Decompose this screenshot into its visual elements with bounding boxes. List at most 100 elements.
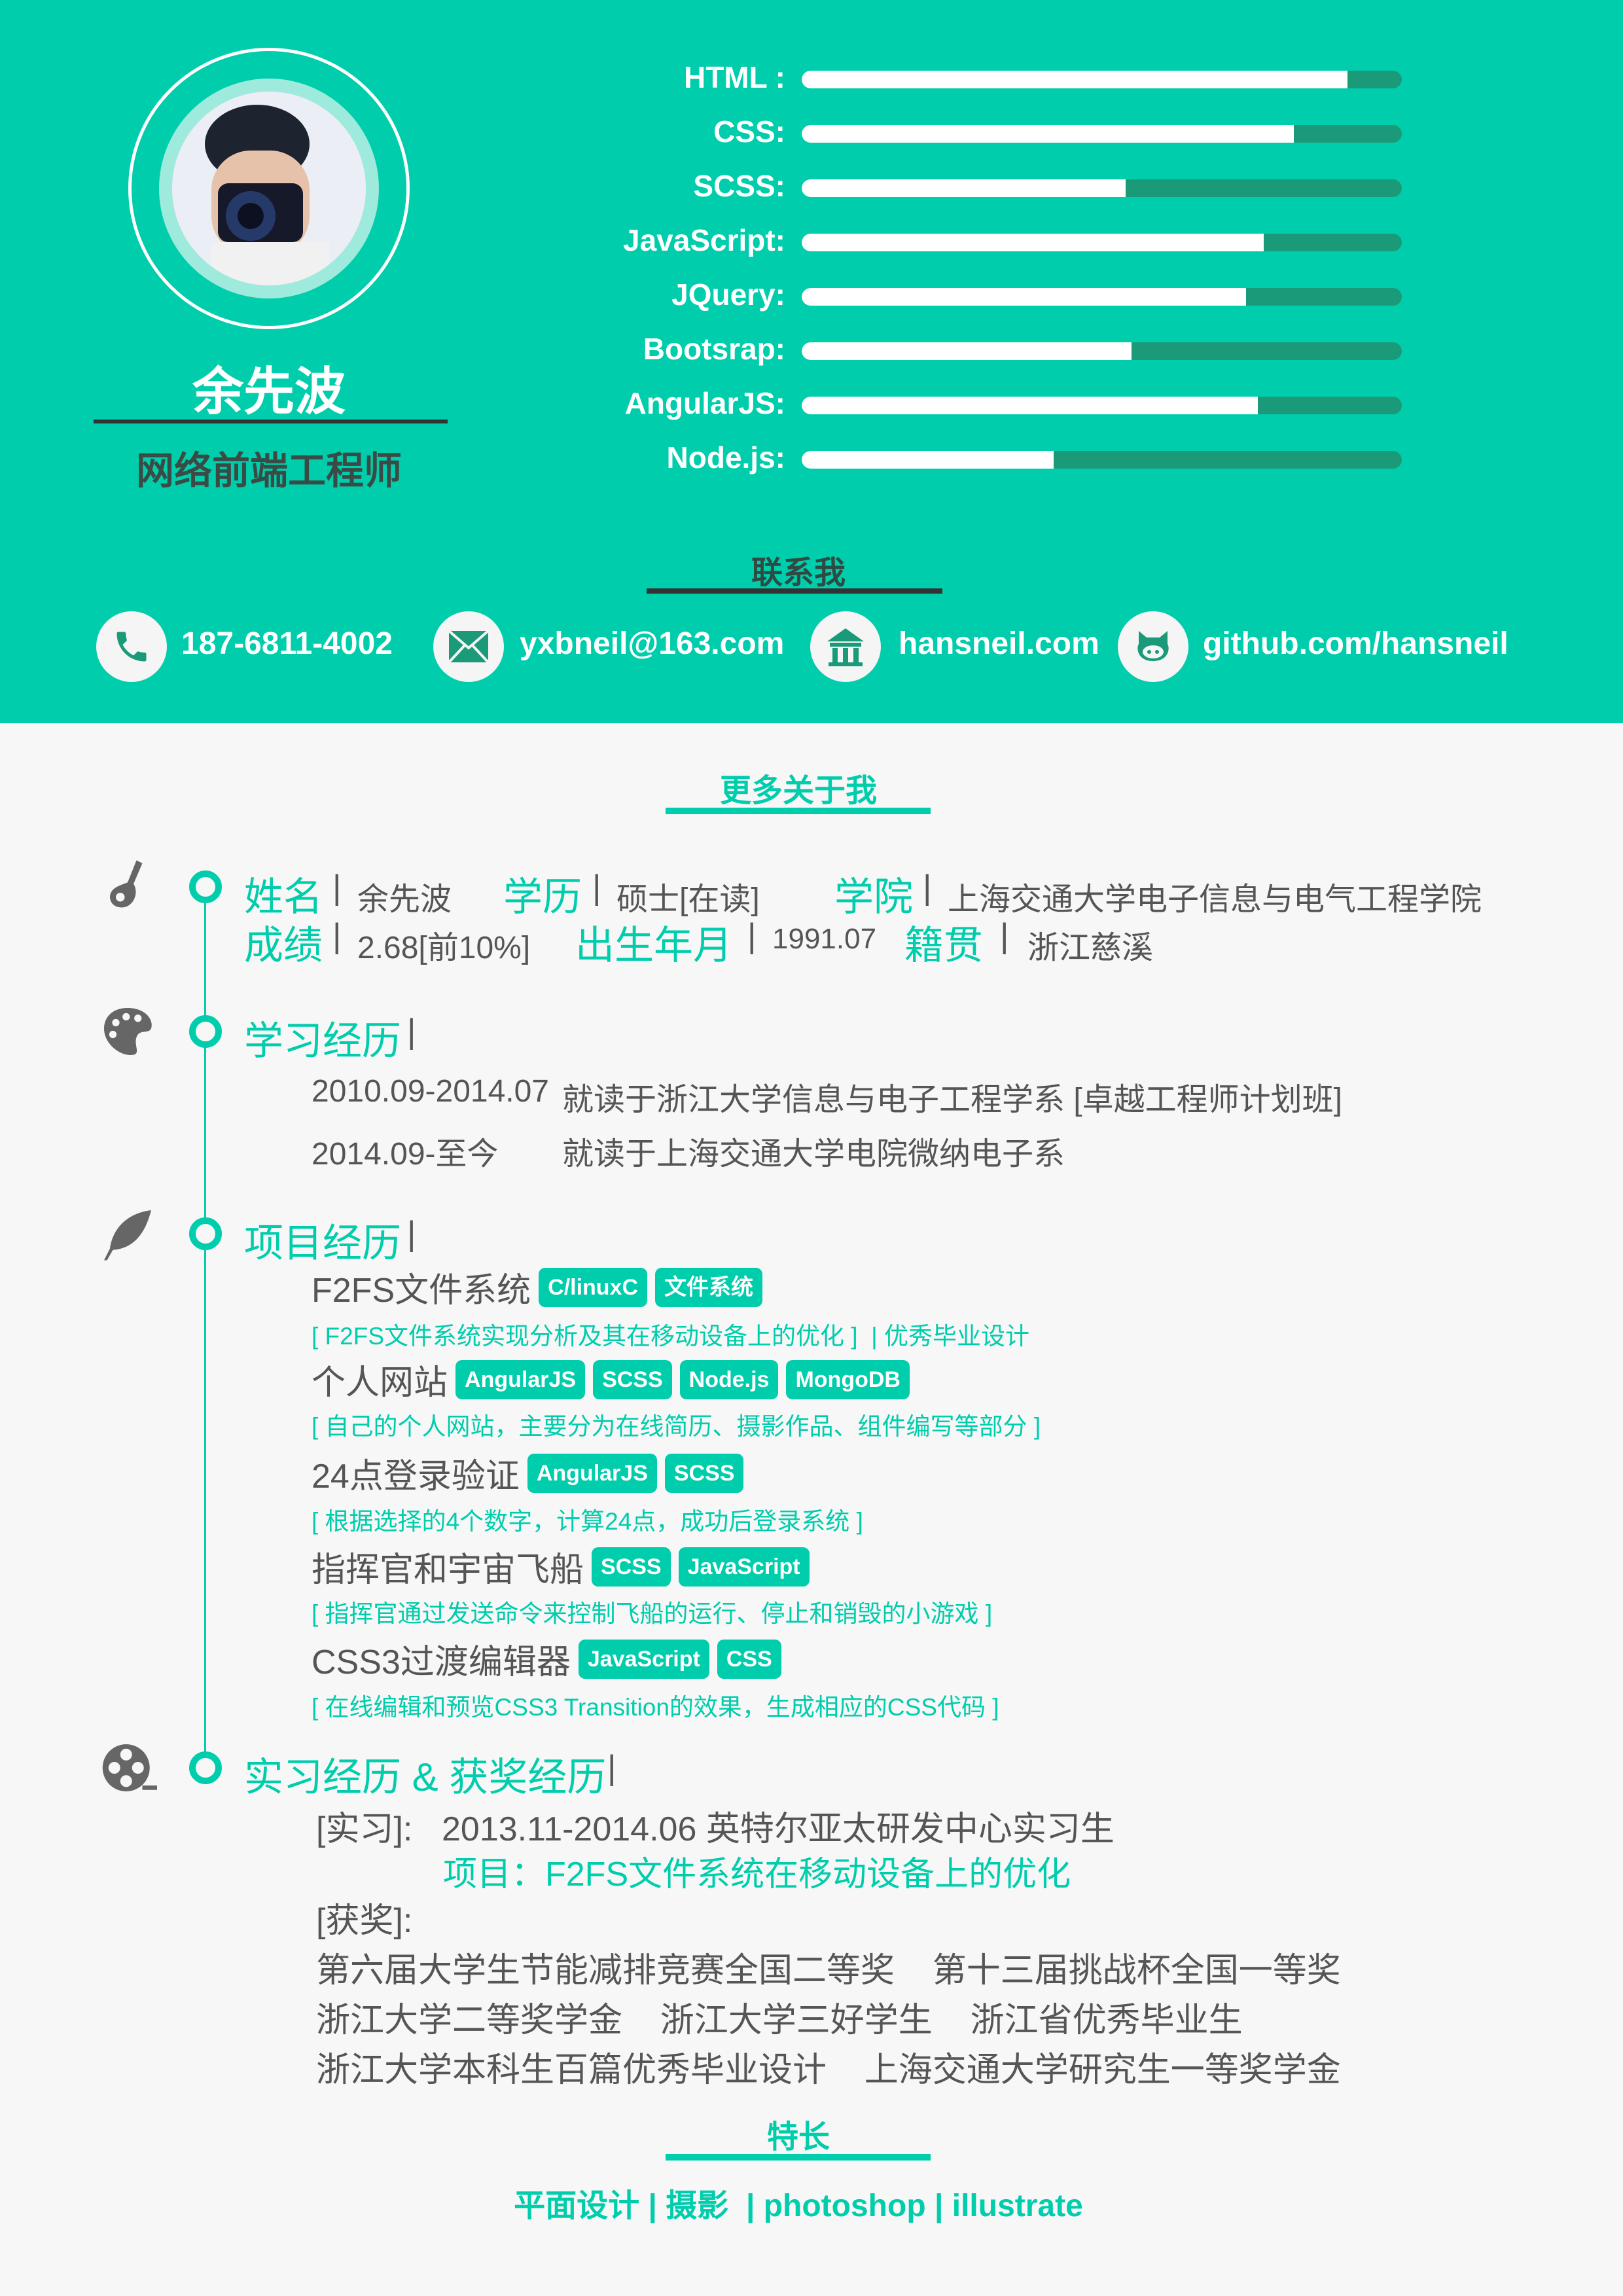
skill-bar (802, 71, 1402, 88)
separator: | (592, 869, 601, 906)
skill-bar-fill (802, 288, 1246, 306)
skill-label: SCSS: (693, 169, 785, 203)
project-desc: [ 指挥官通过发送命令来控制飞船的运行、停止和销毁的小游戏 ] (312, 1600, 993, 1627)
separator: | (923, 869, 932, 906)
skill-bar (802, 342, 1402, 360)
gpa-value: 2.68[前10%] (357, 931, 531, 965)
project-name: 个人网站 (312, 1364, 448, 1402)
tech-tag: AngularJS (455, 1359, 586, 1399)
project-title-row: F2FS文件系统 C/linuxC 文件系统 (312, 1263, 763, 1312)
skill-label: Node.js: (666, 440, 785, 475)
tech-tag: Node.js (679, 1359, 779, 1399)
projects-heading: 项目经历 (244, 1221, 401, 1265)
education-desc: 就读于上海交通大学电院微纳电子系 (562, 1137, 1065, 1172)
specialties-text: 平面设计 | 摄影 | photoshop | illustrate (514, 2189, 1083, 2223)
awards-label: [获奖]: (316, 1902, 413, 1940)
skill-bar-fill (802, 397, 1258, 414)
separator: | (332, 917, 342, 955)
about-heading: 更多关于我 (719, 774, 877, 808)
divider (647, 588, 942, 594)
degree-label: 学历 (503, 875, 582, 919)
contact-heading: 联系我 (751, 556, 846, 590)
education-heading: 学习经历 (244, 1019, 401, 1063)
project-desc: [ 自己的个人网站，主要分为在线简历、摄影作品、组件编写等部分 ] (312, 1413, 1041, 1440)
timeline-dot (189, 1015, 222, 1048)
birth-value: 1991.07 (772, 923, 877, 955)
award-line: 浙江大学二等奖学金 浙江大学三好学生 浙江省优秀毕业生 (316, 2001, 1243, 2039)
separator: | (747, 917, 757, 955)
github-link[interactable]: github.com/hansneil (1203, 626, 1508, 662)
divider (666, 808, 931, 814)
tech-tag: C/linuxC (539, 1267, 648, 1307)
separator: | (1000, 917, 1009, 955)
education-desc: 就读于浙江大学信息与电子工程学系 [卓越工程师计划班] (562, 1083, 1343, 1117)
skill-bar-fill (802, 179, 1126, 197)
skill-bar (802, 125, 1402, 143)
skill-label: JQuery: (671, 278, 785, 312)
tech-tag: JavaScript (578, 1639, 709, 1679)
skill-label: Bootsrap: (643, 332, 785, 366)
separator: | (332, 869, 342, 906)
skill-bar (802, 397, 1402, 414)
skill-bar-fill (802, 71, 1348, 88)
tech-tag: 文件系统 (655, 1267, 763, 1307)
separator: | (607, 1749, 616, 1787)
intern-value: 2013.11-2014.06 英特尔亚太研发中心实习生 (442, 1810, 1115, 1848)
project-title-row: 指挥官和宇宙飞船 SCSS JavaScript (312, 1542, 810, 1591)
skill-bar (802, 234, 1402, 251)
film-reel-icon (102, 1744, 157, 1791)
tech-tag: SCSS (664, 1453, 744, 1493)
timeline-dot (189, 870, 222, 903)
award-line: 第六届大学生节能减排竞赛全国二等奖 第十三届挑战杯全国一等奖 (316, 1952, 1341, 1990)
timeline-dot (189, 1217, 222, 1250)
skill-bar-fill (802, 125, 1294, 143)
skill-bar (802, 288, 1402, 306)
feather-icon (104, 1210, 151, 1261)
skill-label: AngularJS: (624, 386, 785, 420)
intern-label: [实习]: (316, 1810, 413, 1848)
tech-tag: MongoDB (786, 1359, 910, 1399)
separator: | (407, 1013, 416, 1050)
divider (666, 2154, 931, 2161)
name-value: 余先波 (357, 882, 452, 917)
education-date: 2010.09-2014.07 (312, 1074, 549, 1109)
skill-bar (802, 451, 1402, 469)
skill-label: JavaScript: (622, 223, 785, 257)
project-desc: [ 在线编辑和预览CSS3 Transition的效果，生成相应的CSS代码 ] (312, 1694, 999, 1721)
award-line: 浙江大学本科生百篇优秀毕业设计 上海交通大学研究生一等奖学金 (316, 2051, 1341, 2089)
tech-tag: JavaScript (678, 1547, 810, 1587)
project-name: CSS3过渡编辑器 (312, 1643, 571, 1681)
project-desc: [ 根据选择的4个数字，计算24点，成功后登录系统 ] (312, 1508, 863, 1535)
home-icon (810, 611, 881, 682)
tech-tag: SCSS (593, 1359, 672, 1399)
timeline-dot (189, 1751, 222, 1784)
gpa-label: 成绩 (244, 924, 323, 967)
email-link[interactable]: yxbneil@163.com (520, 626, 784, 662)
hometown-label: 籍贯 (904, 924, 983, 967)
experience-heading: 实习经历 & 获奖经历 (244, 1755, 607, 1799)
palette-icon (104, 1008, 152, 1055)
skill-label: CSS: (713, 115, 785, 149)
skill-bar-fill (802, 451, 1054, 469)
tech-tag: AngularJS (527, 1453, 657, 1493)
education-date: 2014.09-至今 (312, 1137, 499, 1172)
specialties-heading: 特长 (766, 2120, 830, 2155)
birth-label: 出生年月 (575, 924, 732, 967)
hometown-value: 浙江慈溪 (1027, 931, 1154, 965)
intern-project: 项目：F2FS文件系统在移动设备上的优化 (443, 1856, 1071, 1893)
tech-tag: CSS (717, 1639, 781, 1679)
website-link[interactable]: hansneil.com (899, 626, 1099, 662)
skill-bar (802, 179, 1402, 197)
phone-link[interactable]: 187-6811-4002 (181, 626, 393, 662)
project-name: 24点登录验证 (312, 1458, 520, 1496)
project-title-row: 24点登录验证 AngularJS SCSS (312, 1448, 744, 1498)
project-desc: [ F2FS文件系统实现分析及其在移动设备上的优化 ] | 优秀毕业设计 (312, 1323, 1030, 1350)
school-label: 学院 (834, 875, 913, 919)
guitar-icon (110, 860, 143, 908)
separator: | (407, 1215, 416, 1253)
project-name: F2FS文件系统 (312, 1272, 531, 1310)
project-name: 指挥官和宇宙飞船 (312, 1551, 584, 1589)
github-icon (1118, 611, 1188, 682)
tech-tag: SCSS (592, 1547, 671, 1587)
skill-bar-fill (802, 342, 1132, 360)
